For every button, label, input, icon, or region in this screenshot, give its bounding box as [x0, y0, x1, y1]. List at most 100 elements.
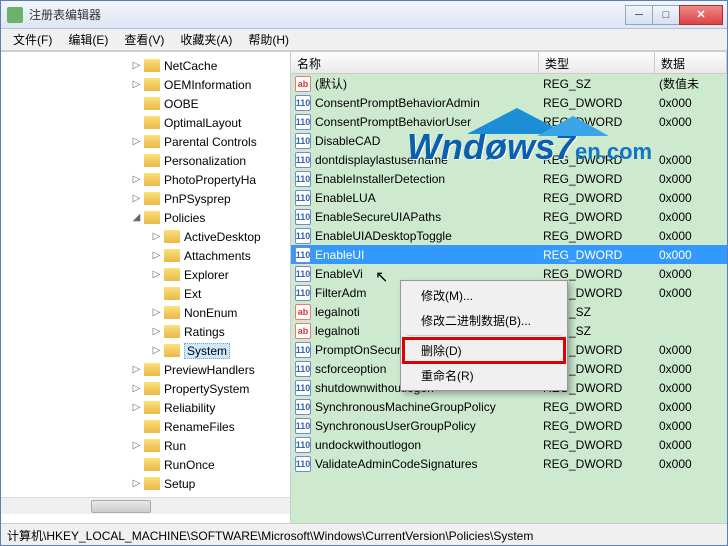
tree-item[interactable]: ▷Attachments — [1, 246, 290, 265]
tree-item[interactable]: RunOnce — [1, 455, 290, 474]
value-data: 0x000 — [655, 343, 727, 357]
list-row[interactable]: 110EnableUIADesktopToggleREG_DWORD0x000 — [291, 226, 727, 245]
tree-item[interactable]: OOBE — [1, 94, 290, 113]
tree-label: OEMInformation — [164, 78, 251, 92]
list-row[interactable]: 110 DisableCAD — [291, 131, 727, 150]
list-row[interactable]: 110EnableLUAREG_DWORD0x000 — [291, 188, 727, 207]
expander-icon[interactable]: ▷ — [131, 383, 142, 394]
value-name: EnableUI — [315, 248, 364, 262]
close-button[interactable]: ✕ — [679, 5, 723, 25]
value-type: REG_DWORD — [539, 229, 655, 243]
expander-icon[interactable]: ▷ — [131, 440, 142, 451]
expander-icon[interactable]: ▷ — [151, 250, 162, 261]
expander-icon[interactable]: ▷ — [151, 269, 162, 280]
list-row[interactable]: 110ConsentPromptBehaviorUserREG_DWORD0x0… — [291, 112, 727, 131]
tree-pane[interactable]: ▷NetCache▷OEMInformationOOBEOptimalLayou… — [1, 52, 291, 523]
tree-item[interactable]: ▷PhotoPropertyHa — [1, 170, 290, 189]
value-name: dontdisplaylastusername — [315, 153, 448, 167]
expander-icon[interactable] — [131, 421, 142, 432]
list-row[interactable]: 110SynchronousMachineGroupPolicyREG_DWOR… — [291, 397, 727, 416]
expander-icon[interactable]: ▷ — [131, 60, 142, 71]
tree-item[interactable]: ▷PnPSysprep — [1, 189, 290, 208]
expander-icon[interactable]: ▷ — [131, 136, 142, 147]
expander-icon[interactable]: ▷ — [131, 193, 142, 204]
list-row[interactable]: 110dontdisplaylastusernameREG_DWORD0x000 — [291, 150, 727, 169]
col-name[interactable]: 名称 — [291, 52, 539, 73]
value-data: 0x000 — [655, 172, 727, 186]
statusbar: 计算机\HKEY_LOCAL_MACHINE\SOFTWARE\Microsof… — [1, 523, 727, 545]
expander-icon[interactable]: ▷ — [131, 79, 142, 90]
value-data: 0x000 — [655, 267, 727, 281]
value-name: DisableCAD — [315, 134, 380, 148]
expander-icon[interactable]: ▷ — [151, 231, 162, 242]
tree-label: Run — [164, 439, 186, 453]
menu-view[interactable]: 查看(V) — [116, 28, 172, 51]
tree-item[interactable]: Ext — [1, 284, 290, 303]
tree-item[interactable]: ▷ Reliability — [1, 398, 290, 417]
minimize-button[interactable]: ─ — [625, 5, 653, 25]
ctx-rename[interactable]: 重命名(R) — [403, 363, 565, 388]
content: ▷NetCache▷OEMInformationOOBEOptimalLayou… — [1, 51, 727, 523]
value-icon: 110 — [295, 190, 311, 206]
tree-item[interactable]: ▷NonEnum — [1, 303, 290, 322]
ctx-modify-binary[interactable]: 修改二进制数据(B)... — [403, 308, 565, 333]
tree-item[interactable]: ▷Explorer — [1, 265, 290, 284]
col-type[interactable]: 类型 — [539, 52, 655, 73]
maximize-button[interactable]: □ — [652, 5, 680, 25]
expander-icon[interactable] — [131, 155, 142, 166]
expander-icon[interactable]: ▷ — [131, 174, 142, 185]
value-icon: 110 — [295, 342, 311, 358]
tree-item[interactable]: ▷ OEMInformation — [1, 75, 290, 94]
tree-item[interactable]: ▷NetCache — [1, 56, 290, 75]
tree-item[interactable]: ▷ActiveDesktop — [1, 227, 290, 246]
list-row[interactable]: 110ValidateAdminCodeSignaturesREG_DWORD0… — [291, 454, 727, 473]
tree-item[interactable]: ▷System — [1, 341, 290, 360]
list-row[interactable]: ab(默认)REG_SZ(数值未 — [291, 74, 727, 93]
ctx-separator — [407, 335, 561, 336]
expander-icon[interactable]: ◢ — [131, 212, 142, 223]
tree-item[interactable]: ▷Setup — [1, 474, 290, 493]
ctx-modify[interactable]: 修改(M)... — [403, 283, 565, 308]
tree-item[interactable]: RenameFiles — [1, 417, 290, 436]
value-data: 0x000 — [655, 210, 727, 224]
list-row[interactable]: 110undockwithoutlogonREG_DWORD0x000 — [291, 435, 727, 454]
list-row[interactable]: 110EnableUIREG_DWORD0x000 — [291, 245, 727, 264]
list-row[interactable]: 110ConsentPromptBehaviorAdminREG_DWORD0x… — [291, 93, 727, 112]
value-icon: 110 — [295, 361, 311, 377]
value-icon: 110 — [295, 133, 311, 149]
ctx-delete[interactable]: 删除(D) — [403, 338, 565, 363]
list-row[interactable]: 110EnableInstallerDetectionREG_DWORD0x00… — [291, 169, 727, 188]
expander-icon[interactable] — [131, 459, 142, 470]
expander-icon[interactable] — [151, 288, 162, 299]
expander-icon[interactable]: ▷ — [131, 402, 142, 413]
menu-edit[interactable]: 编辑(E) — [60, 28, 116, 51]
tree-item[interactable]: ▷PropertySystem — [1, 379, 290, 398]
expander-icon[interactable]: ▷ — [131, 364, 142, 375]
menu-help[interactable]: 帮助(H) — [240, 28, 297, 51]
list-row[interactable]: 110SynchronousUserGroupPolicyREG_DWORD0x… — [291, 416, 727, 435]
col-data[interactable]: 数据 — [655, 52, 727, 73]
expander-icon[interactable] — [131, 98, 142, 109]
tree-label: Reliability — [164, 401, 215, 415]
tree-item[interactable]: Personalization — [1, 151, 290, 170]
expander-icon[interactable]: ▷ — [151, 345, 162, 356]
tree-item[interactable]: ▷Ratings — [1, 322, 290, 341]
menu-favorites[interactable]: 收藏夹(A) — [172, 28, 240, 51]
value-icon: 110 — [295, 285, 311, 301]
tree-item[interactable]: ◢Policies — [1, 208, 290, 227]
folder-icon — [164, 344, 180, 357]
value-icon: 110 — [295, 399, 311, 415]
expander-icon[interactable]: ▷ — [131, 478, 142, 489]
tree-scrollbar[interactable] — [1, 497, 290, 514]
menu-file[interactable]: 文件(F) — [5, 28, 60, 51]
list-row[interactable]: 110EnableSecureUIAPathsREG_DWORD0x000 — [291, 207, 727, 226]
tree-item[interactable]: ▷ Run — [1, 436, 290, 455]
expander-icon[interactable] — [131, 117, 142, 128]
tree-item[interactable]: OptimalLayout — [1, 113, 290, 132]
tree-item[interactable]: ▷Parental Controls — [1, 132, 290, 151]
tree-item[interactable]: ▷PreviewHandlers — [1, 360, 290, 379]
folder-icon — [144, 173, 160, 186]
expander-icon[interactable]: ▷ — [151, 307, 162, 318]
expander-icon[interactable]: ▷ — [151, 326, 162, 337]
value-data: 0x000 — [655, 115, 727, 129]
